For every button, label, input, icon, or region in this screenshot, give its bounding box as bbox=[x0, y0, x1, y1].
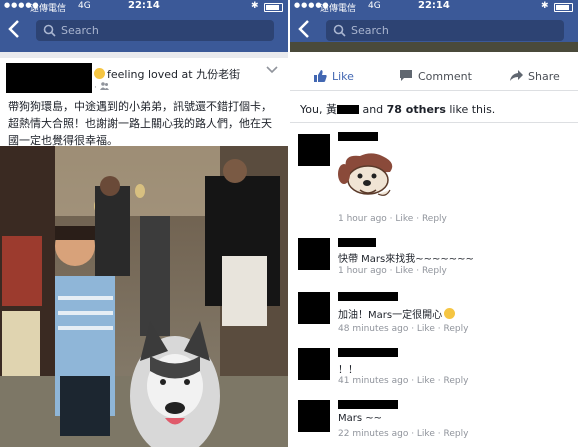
redacted-commenter[interactable] bbox=[338, 132, 378, 141]
comment-reply-link[interactable]: Reply bbox=[443, 429, 468, 439]
share-icon bbox=[510, 70, 523, 81]
comment-like-link[interactable]: Like bbox=[417, 376, 435, 386]
comment-meta: 22 minutes ago · Like · Reply bbox=[338, 429, 468, 439]
comment-time: 48 minutes ago · bbox=[338, 324, 417, 334]
comments-screen: ●●●●● 遠傳電信 4G 22:14 ✱ Search Like Commen… bbox=[290, 0, 578, 447]
comment-reply-link[interactable]: Reply bbox=[422, 214, 447, 224]
comment-like-link[interactable]: Like bbox=[395, 266, 413, 276]
redacted-commenter[interactable] bbox=[338, 292, 398, 301]
avatar[interactable] bbox=[298, 238, 330, 270]
comment-meta: 1 hour ago · Like · Reply bbox=[338, 214, 447, 224]
sad-face-icon bbox=[444, 308, 456, 319]
comment-meta-dot: · bbox=[413, 214, 422, 224]
search-placeholder: Search bbox=[351, 24, 389, 37]
photo-image bbox=[0, 146, 288, 447]
clock: 22:14 bbox=[418, 0, 450, 11]
search-placeholder: Search bbox=[61, 24, 99, 37]
comment-time: 41 minutes ago · bbox=[338, 376, 417, 386]
action-bar: Like Comment Share bbox=[290, 64, 578, 90]
comment-time: 1 hour ago · bbox=[338, 214, 396, 224]
likes-count: 78 others bbox=[386, 103, 446, 116]
post-screen: ●●●●● 遠傳電信 4G 22:14 ✱ Search feeling lov… bbox=[0, 0, 288, 447]
search-icon bbox=[333, 24, 346, 37]
network-label: 4G bbox=[78, 1, 91, 11]
comment-item: 快帶 Mars來找我~~~~~~~ 1 hour ago · Like · Re… bbox=[290, 236, 578, 286]
comment-meta: 1 hour ago · Like · Reply bbox=[338, 266, 447, 276]
avatar[interactable] bbox=[298, 134, 330, 166]
bluetooth-icon: ✱ bbox=[251, 1, 259, 11]
comment-text-value: 加油！Mars一定很開心 bbox=[338, 310, 443, 321]
comment-icon bbox=[400, 70, 412, 81]
avatar[interactable] bbox=[298, 348, 330, 380]
likes-and: and bbox=[358, 103, 387, 116]
chevron-down-icon[interactable] bbox=[266, 66, 278, 74]
redacted-commenter[interactable] bbox=[338, 400, 398, 409]
comment-text: 快帶 Mars來找我~~~~~~~ bbox=[338, 254, 474, 265]
redacted-author bbox=[6, 63, 92, 93]
comment-meta: 48 minutes ago · Like · Reply bbox=[338, 324, 468, 334]
comment-label: Comment bbox=[418, 70, 472, 83]
divider bbox=[290, 122, 578, 123]
status-bar: ●●●●● 遠傳電信 4G 22:14 ✱ bbox=[290, 0, 578, 14]
carrier-label: 遠傳電信 bbox=[30, 4, 67, 14]
comment-time: 1 hour ago · bbox=[338, 266, 396, 276]
status-bar: ●●●●● 遠傳電信 4G 22:14 ✱ bbox=[0, 0, 288, 14]
search-input[interactable]: Search bbox=[36, 20, 274, 41]
comment-text: ！！ bbox=[338, 365, 358, 376]
redacted-commenter[interactable] bbox=[338, 238, 376, 247]
comment-meta-dot: · bbox=[413, 266, 422, 276]
dog-sticker-icon bbox=[338, 153, 393, 196]
comment-meta: 41 minutes ago · Like · Reply bbox=[338, 376, 468, 386]
chevron-left-icon bbox=[8, 20, 19, 38]
clock: 22:14 bbox=[128, 0, 160, 11]
back-button[interactable] bbox=[8, 20, 26, 40]
thumbs-up-icon bbox=[314, 70, 327, 82]
likes-suffix: like this. bbox=[445, 103, 496, 116]
comment-item: Mars ~~ 22 minutes ago · Like · Reply bbox=[290, 398, 578, 447]
share-label: Share bbox=[528, 70, 560, 83]
battery-icon bbox=[554, 3, 573, 12]
post-body: 帶狗狗環島，中途遇到的小弟弟，訊號還不錯打個卡，超熱情大合照！也謝謝一路上關心我… bbox=[8, 100, 272, 147]
likes-summary[interactable]: You, 黃 and 78 others like this. bbox=[300, 101, 495, 117]
search-icon bbox=[43, 24, 56, 37]
carrier-label: 遠傳電信 bbox=[320, 4, 357, 14]
battery-icon bbox=[264, 3, 283, 12]
post-feeling: feeling loved at 九份老街 bbox=[94, 66, 240, 82]
chevron-left-icon bbox=[298, 20, 309, 38]
post-photo[interactable] bbox=[0, 146, 288, 447]
feeling-text: feeling loved at 九份老街 bbox=[107, 68, 241, 81]
comment-text: Mars ~~ bbox=[338, 413, 383, 424]
redacted-commenter[interactable] bbox=[338, 348, 398, 357]
comment-reply-link[interactable]: Reply bbox=[422, 266, 447, 276]
network-label: 4G bbox=[368, 1, 381, 11]
post-meta: · bbox=[94, 82, 109, 93]
comment-item: 加油！Mars一定很開心 48 minutes ago · Like · Rep… bbox=[290, 290, 578, 340]
comment-item: ！！ 41 minutes ago · Like · Reply bbox=[290, 346, 578, 392]
likes-prefix: You, 黃 bbox=[300, 103, 337, 116]
comment-reply-link[interactable]: Reply bbox=[443, 376, 468, 386]
back-button[interactable] bbox=[298, 20, 316, 40]
comment-text: 加油！Mars一定很開心 bbox=[338, 306, 456, 321]
photo-bottom-edge bbox=[290, 42, 578, 52]
search-input[interactable]: Search bbox=[326, 20, 564, 41]
divider bbox=[290, 90, 578, 91]
friends-icon bbox=[99, 82, 109, 90]
comment-like-link[interactable]: Like bbox=[417, 429, 435, 439]
comment-like-link[interactable]: Like bbox=[417, 324, 435, 334]
avatar[interactable] bbox=[298, 400, 330, 432]
comment-reply-link[interactable]: Reply bbox=[443, 324, 468, 334]
comment-item: 1 hour ago · Like · Reply bbox=[290, 128, 578, 228]
smiley-icon bbox=[94, 68, 105, 79]
like-label: Like bbox=[332, 70, 354, 83]
comment-like-link[interactable]: Like bbox=[395, 214, 413, 224]
comment-time: 22 minutes ago · bbox=[338, 429, 417, 439]
bluetooth-icon: ✱ bbox=[541, 1, 549, 11]
avatar[interactable] bbox=[298, 292, 330, 324]
redacted-name bbox=[336, 105, 359, 114]
